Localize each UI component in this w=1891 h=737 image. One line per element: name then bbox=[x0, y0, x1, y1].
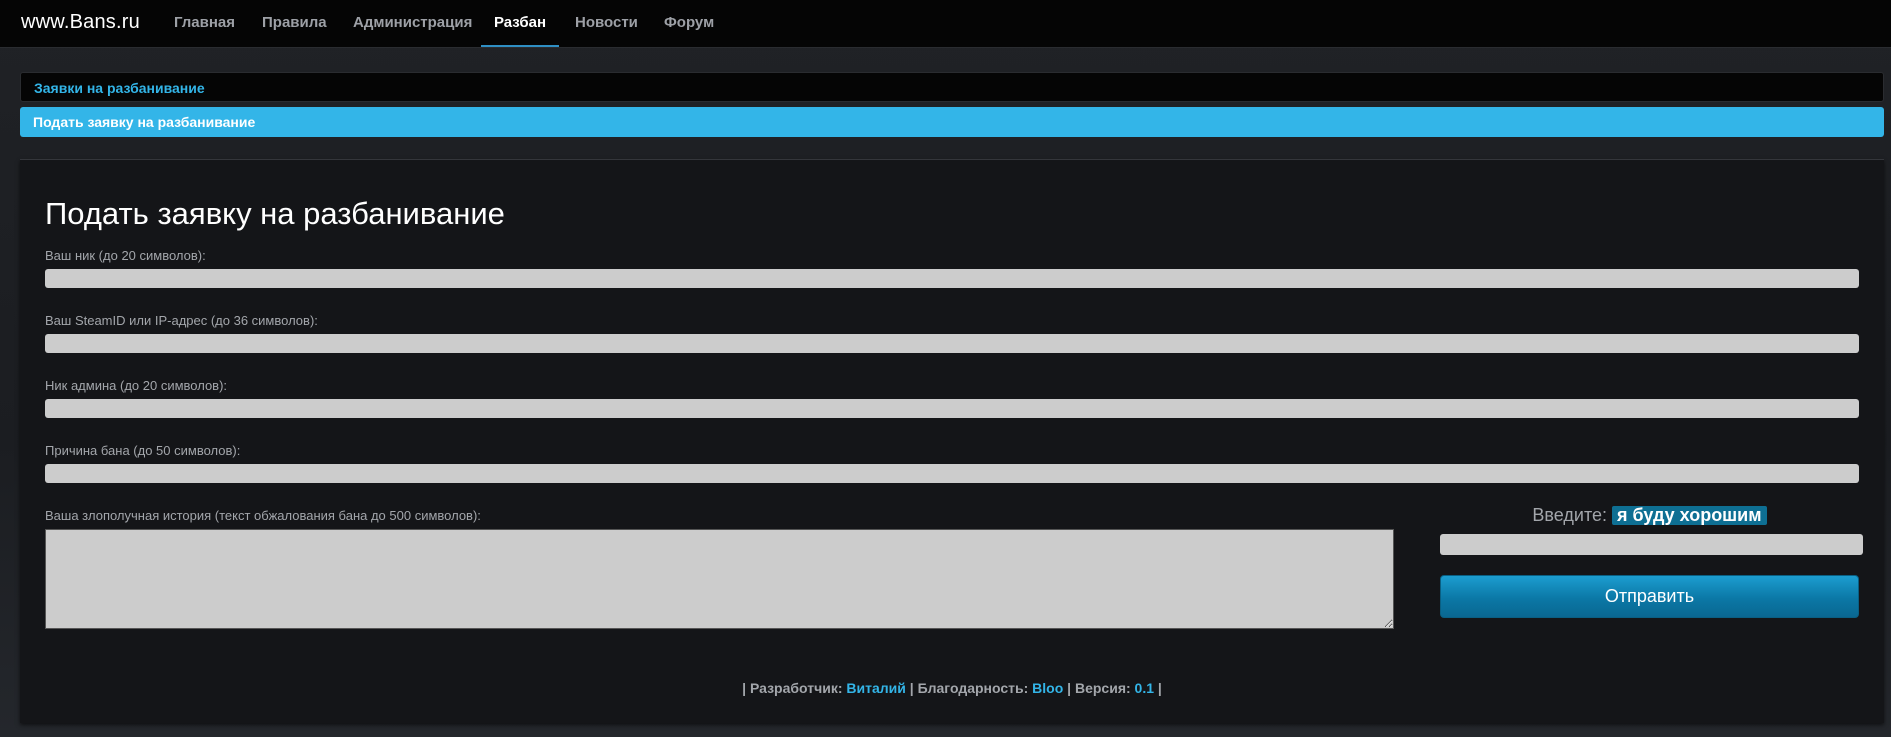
admin-nick-label: Ник админа (до 20 символов): bbox=[45, 378, 228, 393]
captcha-prompt-row: Введите: я буду хорошим bbox=[1440, 505, 1859, 526]
story-textarea[interactable] bbox=[45, 529, 1394, 629]
nick-label: Ваш ник (до 20 символов): bbox=[45, 248, 206, 263]
nav-item-home[interactable]: Главная bbox=[174, 0, 235, 47]
submit-button[interactable]: Отправить bbox=[1440, 575, 1859, 618]
ban-reason-input[interactable] bbox=[45, 464, 1859, 483]
story-label: Ваша злополучная история (текст обжалова… bbox=[45, 508, 481, 523]
footer-credits: | Разработчик: Виталий | Благодарность: … bbox=[20, 680, 1884, 696]
nav-item-unban[interactable]: Разбан bbox=[481, 0, 559, 47]
subnav-unban-requests[interactable]: Заявки на разбанивание bbox=[20, 72, 1884, 102]
footer-version-label: Версия: bbox=[1074, 680, 1131, 696]
unban-form-panel: Подать заявку на разбанивание Ваш ник (д… bbox=[20, 159, 1884, 723]
footer-separator: | bbox=[742, 680, 747, 696]
ban-reason-label: Причина бана (до 50 символов): bbox=[45, 443, 241, 458]
footer-thanks-name[interactable]: Bloo bbox=[1032, 680, 1063, 696]
nav-item-news[interactable]: Новости bbox=[575, 0, 638, 47]
admin-nick-input[interactable] bbox=[45, 399, 1859, 418]
footer-dev-name[interactable]: Виталий bbox=[846, 680, 905, 696]
captcha-word: я буду хорошим bbox=[1612, 506, 1767, 525]
captcha-input[interactable] bbox=[1440, 534, 1863, 555]
top-navbar: www.Bans.ru Главная Правила Администраци… bbox=[0, 0, 1891, 48]
nav-item-forum[interactable]: Форум bbox=[664, 0, 714, 47]
steamid-label: Ваш SteamID или IP-адрес (до 36 символов… bbox=[45, 313, 318, 328]
nav-item-rules[interactable]: Правила bbox=[262, 0, 327, 47]
site-brand[interactable]: www.Bans.ru bbox=[21, 11, 140, 34]
page-title: Подать заявку на разбанивание bbox=[45, 196, 505, 231]
footer-dev-label: Разработчик: bbox=[749, 680, 843, 696]
captcha-prompt-label: Введите: bbox=[1532, 505, 1608, 525]
subnav-submit-request[interactable]: Подать заявку на разбанивание bbox=[20, 107, 1884, 137]
nav-item-administration[interactable]: Администрация bbox=[353, 0, 472, 47]
footer-separator: | bbox=[909, 680, 914, 696]
nick-input[interactable] bbox=[45, 269, 1859, 288]
footer-thanks-label: Благодарность: bbox=[917, 680, 1029, 696]
footer-version-value: 0.1 bbox=[1134, 680, 1155, 696]
footer-separator: | bbox=[1067, 680, 1072, 696]
footer-separator: | bbox=[1157, 680, 1162, 696]
steamid-input[interactable] bbox=[45, 334, 1859, 353]
